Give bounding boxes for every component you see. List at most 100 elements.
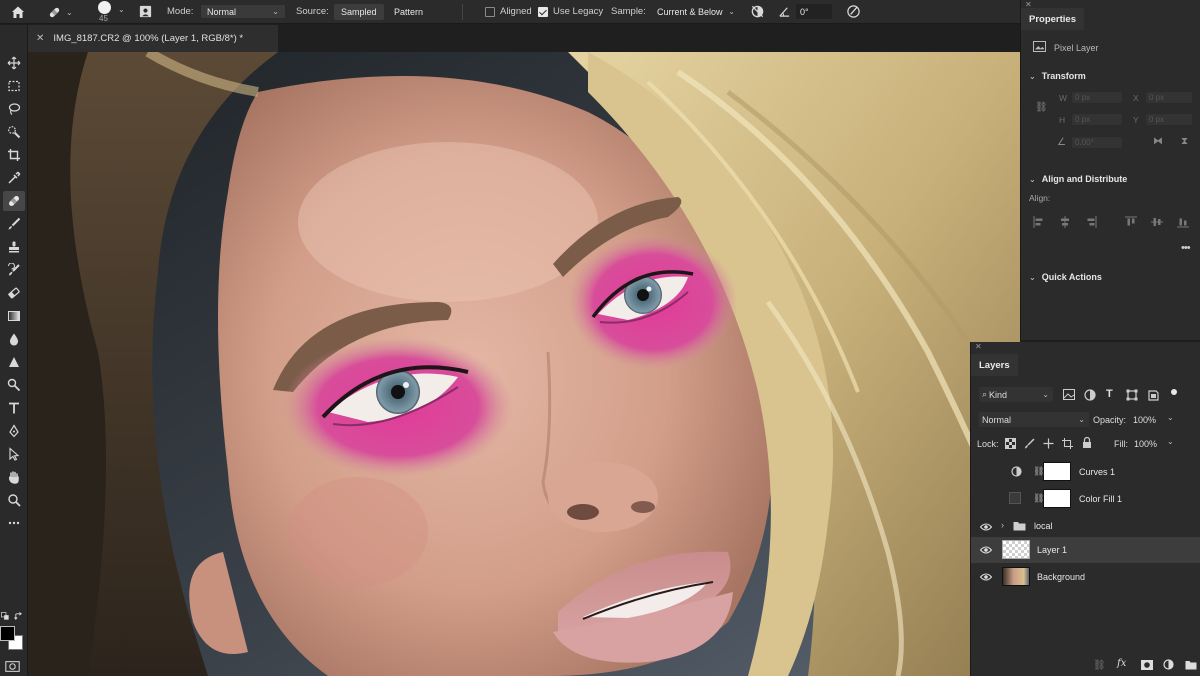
- eye-icon[interactable]: [980, 545, 992, 555]
- lock-transparent-pixels-icon[interactable]: [1005, 438, 1016, 452]
- brush-tool-icon[interactable]: [3, 214, 25, 234]
- link-layers-icon[interactable]: ⛓: [1093, 660, 1106, 671]
- flip-vertical-icon[interactable]: ⧗: [1181, 136, 1188, 147]
- filter-toggle-icon[interactable]: [1171, 389, 1177, 395]
- history-brush-tool-icon[interactable]: [3, 260, 25, 280]
- layer-row-local[interactable]: › local: [971, 513, 1200, 539]
- quick-actions-section-header[interactable]: ⌄ Quick Actions: [1029, 272, 1102, 282]
- new-group-icon[interactable]: [1185, 660, 1197, 673]
- foreground-color-swatch[interactable]: [0, 626, 15, 641]
- h-input[interactable]: 0 px: [1071, 113, 1123, 126]
- align-left-edges-icon[interactable]: [1033, 216, 1045, 231]
- more-tools-icon[interactable]: [3, 513, 25, 533]
- move-tool-icon[interactable]: [3, 53, 25, 73]
- layer-row-background[interactable]: Background: [971, 564, 1200, 590]
- swap-colors-icon[interactable]: [14, 612, 24, 622]
- x-input[interactable]: 0 px: [1145, 91, 1193, 104]
- blur-tool-icon[interactable]: [3, 329, 25, 349]
- source-sampled-button[interactable]: Sampled: [334, 4, 384, 20]
- type-tool-icon[interactable]: [3, 398, 25, 418]
- dodge-tool-icon[interactable]: [3, 352, 25, 372]
- crop-tool-icon[interactable]: [3, 145, 25, 165]
- use-legacy-checkbox[interactable]: Use Legacy: [538, 6, 603, 17]
- filter-smart-object-icon[interactable]: [1148, 389, 1159, 404]
- chevron-down-icon[interactable]: ⌄: [1167, 413, 1174, 422]
- brush-picker[interactable]: 45 ⌄: [95, 0, 127, 24]
- layer-row-curves-1[interactable]: ⛓ Curves 1: [971, 459, 1200, 485]
- w-input[interactable]: 0 px: [1071, 91, 1123, 104]
- lock-artboard-icon[interactable]: [1062, 438, 1073, 452]
- flip-horizontal-icon[interactable]: ⧓: [1153, 136, 1163, 147]
- filter-pixel-icon[interactable]: [1063, 389, 1075, 403]
- opacity-value[interactable]: 100%: [1133, 415, 1156, 425]
- clone-stamp-tool-icon[interactable]: [3, 237, 25, 257]
- eye-icon[interactable]: [980, 572, 992, 582]
- pressure-size-icon[interactable]: [846, 4, 862, 20]
- filter-type-icon[interactable]: T: [1106, 388, 1113, 400]
- source-pattern-button[interactable]: Pattern: [387, 4, 430, 20]
- lock-image-pixels-icon[interactable]: [1024, 438, 1035, 452]
- align-top-edges-icon[interactable]: [1125, 216, 1137, 231]
- portrait-photo: [28, 52, 1020, 676]
- fill-value[interactable]: 100%: [1134, 439, 1157, 449]
- add-mask-icon[interactable]: [1141, 660, 1153, 673]
- align-horizontal-centers-icon[interactable]: [1059, 216, 1071, 231]
- y-input[interactable]: 0 px: [1145, 113, 1193, 126]
- marquee-tool-icon[interactable]: [3, 76, 25, 96]
- path-selection-tool-icon[interactable]: [3, 444, 25, 464]
- more-options-icon[interactable]: •••: [1181, 242, 1191, 254]
- align-section-header[interactable]: ⌄ Align and Distribute: [1029, 174, 1127, 184]
- home-icon[interactable]: [10, 4, 26, 20]
- quick-selection-tool-icon[interactable]: [3, 122, 25, 142]
- layer-row-color-fill-1[interactable]: ⛓ Color Fill 1: [971, 486, 1200, 512]
- filter-shape-icon[interactable]: [1126, 389, 1138, 404]
- lasso-tool-icon[interactable]: [3, 99, 25, 119]
- sample-dropdown[interactable]: Current & Below ⌄: [651, 4, 741, 19]
- layer-mask-thumbnail[interactable]: [1043, 462, 1071, 481]
- align-bottom-edges-icon[interactable]: [1177, 216, 1189, 231]
- document-tab[interactable]: ✕ IMG_8187.CR2 @ 100% (Layer 1, RGB/8*) …: [28, 25, 278, 52]
- filter-adjustment-icon[interactable]: [1084, 389, 1096, 404]
- eyedropper-tool-icon[interactable]: [3, 168, 25, 188]
- layers-panel: ✕ Layers ⌕ Kind ⌄ T Normal ⌄ Opacity: 10…: [970, 342, 1200, 676]
- path-pen-tool-icon[interactable]: [3, 421, 25, 441]
- new-adjustment-layer-icon[interactable]: [1163, 659, 1174, 673]
- properties-tab[interactable]: Properties: [1021, 8, 1084, 30]
- tool-preset-picker[interactable]: ⌄: [47, 4, 77, 20]
- eraser-tool-icon[interactable]: [3, 283, 25, 303]
- transform-section-header[interactable]: ⌄ Transform: [1029, 71, 1086, 81]
- filter-kind-dropdown[interactable]: ⌕ Kind ⌄: [979, 387, 1053, 402]
- default-colors-icon[interactable]: [1, 612, 11, 622]
- lock-position-icon[interactable]: [1043, 438, 1054, 452]
- layer-mask-thumbnail[interactable]: [1043, 489, 1071, 508]
- pen-tool-icon[interactable]: [3, 375, 25, 395]
- mode-dropdown[interactable]: Normal ⌄: [200, 4, 286, 19]
- hand-tool-icon[interactable]: [3, 467, 25, 487]
- chevron-down-icon[interactable]: ⌄: [1167, 437, 1174, 446]
- layer-effects-icon[interactable]: fx: [1117, 658, 1126, 669]
- lock-all-icon[interactable]: [1082, 436, 1092, 452]
- blend-mode-dropdown[interactable]: Normal ⌄: [979, 412, 1089, 427]
- h-value: 0 px: [1075, 115, 1091, 124]
- gradient-tool-icon[interactable]: [3, 306, 25, 326]
- healing-brush-tool-icon[interactable]: [3, 191, 25, 211]
- close-tab-icon[interactable]: ✕: [36, 33, 44, 44]
- sample-label: Sample:: [611, 6, 646, 17]
- layers-tab[interactable]: Layers: [971, 354, 1018, 376]
- collapse-panel-icon[interactable]: ✕: [975, 342, 982, 351]
- angle-input[interactable]: 0.00°: [1071, 136, 1123, 149]
- link-icon[interactable]: ⛓: [1035, 102, 1048, 113]
- chevron-right-icon[interactable]: ›: [1001, 520, 1004, 530]
- align-right-edges-icon[interactable]: [1085, 216, 1097, 231]
- document-canvas[interactable]: [28, 52, 1020, 676]
- aligned-checkbox[interactable]: Aligned: [485, 6, 532, 17]
- brush-settings-icon[interactable]: [138, 4, 154, 20]
- zoom-tool-icon[interactable]: [3, 490, 25, 510]
- eye-icon[interactable]: [980, 522, 992, 532]
- ignore-adjustment-layers-icon[interactable]: [750, 4, 766, 20]
- layer-row-layer-1[interactable]: Layer 1: [971, 537, 1200, 563]
- quick-mask-icon[interactable]: [5, 661, 21, 673]
- document-tab-bar: ✕ IMG_8187.CR2 @ 100% (Layer 1, RGB/8*) …: [28, 25, 1020, 52]
- align-vertical-centers-icon[interactable]: [1151, 216, 1163, 231]
- angle-input[interactable]: 0°: [796, 4, 832, 19]
